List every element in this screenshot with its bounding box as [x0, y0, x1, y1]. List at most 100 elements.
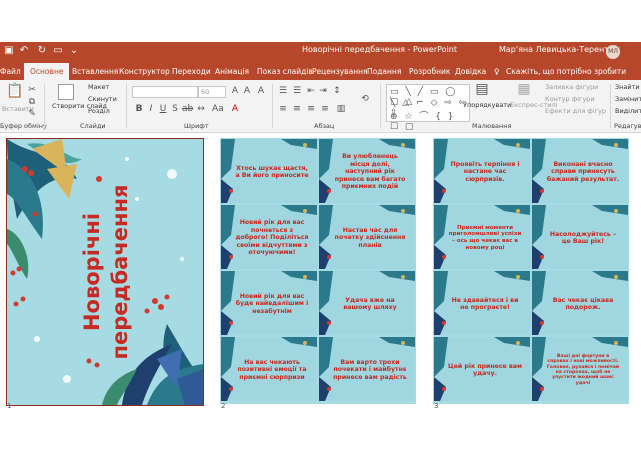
shrink-font-icon[interactable]: A: [242, 86, 252, 96]
slide-number-3: 3: [434, 402, 439, 410]
card-text: Хтось шукає щастя, а Ви його приносите: [235, 164, 309, 179]
copy-icon[interactable]: ⧉: [27, 97, 37, 107]
select-button[interactable]: Виділити: [615, 107, 641, 115]
grow-font-icon[interactable]: A: [230, 86, 240, 96]
prediction-card: Не здавайтеся і ви не програєте!: [434, 271, 530, 335]
customize-icon[interactable]: ⌄: [68, 45, 80, 57]
bold-icon[interactable]: B: [134, 104, 144, 114]
font-color-icon[interactable]: A: [230, 104, 240, 114]
card-text: Вас чекає цікава подорож.: [552, 296, 614, 311]
card-text: Новий рік для вас почнеться з доброго! П…: [235, 219, 309, 257]
tab-animations[interactable]: Анімація: [215, 63, 249, 80]
separator: [126, 84, 127, 128]
drawing-group-label: Малювання: [472, 122, 512, 130]
prediction-card: Ваші дні фортуни в справах і нові можлив…: [532, 337, 628, 401]
replace-button[interactable]: Замінити: [615, 95, 641, 103]
increase-indent-icon[interactable]: ⇥: [318, 86, 328, 96]
tab-home[interactable]: Основне: [24, 63, 70, 80]
tab-file[interactable]: Файл: [0, 63, 21, 80]
tab-review[interactable]: Рецензування: [312, 63, 368, 80]
shape-outline-button[interactable]: Контур фігури: [545, 95, 595, 103]
card-text: Насолоджуйтесь – це Ваш рік!: [549, 230, 617, 245]
numbering-icon[interactable]: ☰: [292, 86, 302, 96]
prediction-card: Вам варто трохи почекати і майбутнє прин…: [319, 337, 415, 401]
tab-help[interactable]: Довідка: [455, 63, 486, 80]
card-text: Ви улюбленець місця долі, наступний рік …: [334, 153, 406, 191]
card-text: Цей рік принесе вам удачу.: [448, 362, 523, 377]
card-text: На вас чекають позитивні емоції та приєм…: [237, 358, 307, 381]
arrange-icon[interactable]: ▤: [475, 82, 489, 98]
quick-styles-icon[interactable]: ▦: [517, 82, 531, 98]
shadow-icon[interactable]: S: [170, 104, 180, 114]
strikethrough-icon[interactable]: ab: [182, 104, 193, 114]
shape-effects-button[interactable]: Ефекти для фігур: [545, 107, 606, 115]
prediction-card: На вас чекають позитивні емоції та приєм…: [221, 337, 317, 401]
columns-icon[interactable]: ▥: [336, 104, 346, 114]
avatar[interactable]: МЛ: [606, 45, 620, 59]
prediction-card: Виконані вчасно справи принесуть бажаний…: [532, 139, 628, 203]
tell-me-search[interactable]: Скажіть, що потрібно зробити: [506, 63, 626, 80]
present-icon[interactable]: ▭: [52, 45, 64, 57]
tab-insert[interactable]: Вставлення: [72, 63, 118, 80]
card-text: Вам варто трохи почекати і майбутнє прин…: [333, 358, 407, 381]
spacing-icon[interactable]: ↔: [196, 104, 206, 114]
redo-icon[interactable]: ↻: [36, 45, 48, 57]
justify-icon[interactable]: ≡: [320, 104, 330, 114]
format-painter-icon[interactable]: ✎: [27, 109, 37, 119]
arrange-button[interactable]: Упорядкувати: [463, 101, 511, 109]
save-icon[interactable]: ▣: [3, 45, 15, 57]
font-family-combo[interactable]: [132, 86, 198, 98]
slide-1-title: Новорічні передбачення: [71, 177, 141, 367]
user-name[interactable]: Мар'яна Левицька-Терентюк: [499, 45, 620, 54]
card-text: Виконані вчасно справи принесуть бажаний…: [546, 160, 620, 183]
align-left-icon[interactable]: ≡: [278, 104, 288, 114]
change-case-icon[interactable]: Aa: [212, 104, 224, 114]
separator: [272, 84, 273, 128]
tab-slideshow[interactable]: Показ слайдів: [257, 63, 313, 80]
card-text: Не здавайтеся і ви не програєте!: [451, 296, 519, 311]
align-center-icon[interactable]: ≡: [292, 104, 302, 114]
paste-icon[interactable]: 📋: [6, 84, 23, 102]
shapes-gallery[interactable]: ▭ ╲ ╱ ▭ ◯ ▢ △ ╲ △ ⌐ ◇ ⇨ ⇦ ⇧ ⊕ ☆ ⌒ { } ☐ …: [386, 84, 470, 132]
section-button[interactable]: Розділ: [88, 107, 110, 115]
card-text: Новий рік для вас буде найвдалішим і нез…: [235, 292, 309, 315]
tab-developer[interactable]: Розробник: [409, 63, 450, 80]
layout-button[interactable]: Макет: [88, 83, 109, 91]
paragraph-group-label: Абзац: [314, 122, 335, 130]
new-slide-icon[interactable]: [58, 84, 74, 100]
italic-icon[interactable]: I: [146, 104, 156, 114]
tab-design[interactable]: Конструктор: [119, 63, 170, 80]
slide-thumbnail-2[interactable]: Хтось шукає щастя, а Ви його приносите В…: [220, 138, 416, 404]
window-title: Новорічні передбачення - PowerPoint: [302, 45, 458, 54]
undo-icon[interactable]: ↶: [18, 45, 30, 57]
clear-format-icon[interactable]: A: [256, 86, 266, 96]
align-right-icon[interactable]: ≡: [306, 104, 316, 114]
slide-thumbnail-3[interactable]: Проявіть терпіння і настане час сюрпризі…: [433, 138, 629, 404]
ribbon: 📋 Вставити ✂ ⧉ ✎ Буфер обміну Створити с…: [0, 80, 641, 133]
find-button[interactable]: Знайти: [615, 83, 640, 91]
font-size-combo[interactable]: 60: [198, 86, 226, 98]
prediction-card: Новий рік для вас буде найвдалішим і нез…: [221, 271, 317, 335]
decrease-indent-icon[interactable]: ⇤: [306, 86, 316, 96]
prediction-card: Цей рік принесе вам удачу.: [434, 337, 530, 401]
underline-icon[interactable]: U: [158, 104, 168, 114]
tab-view[interactable]: Подання: [367, 63, 401, 80]
ribbon-tabs: Файл Основне Вставлення Конструктор Пере…: [0, 63, 641, 80]
slide-thumbnail-1[interactable]: Новорічні передбачення: [6, 138, 204, 406]
title-bar: ▣ ↶ ↻ ▭ ⌄ Новорічні передбачення - Power…: [0, 42, 641, 63]
card-text: Удача вже на вашому шляху: [343, 296, 397, 311]
bullets-icon[interactable]: ☰: [278, 86, 288, 96]
slides-group-label: Слайди: [80, 122, 106, 130]
cut-icon[interactable]: ✂: [27, 85, 37, 95]
text-direction-icon[interactable]: ⟲: [360, 94, 370, 104]
lightbulb-icon: ♀: [494, 67, 500, 76]
reset-button[interactable]: Скинути: [88, 95, 117, 103]
prediction-card: Вас чекає цікава подорож.: [532, 271, 628, 335]
shape-fill-button[interactable]: Заливка фігури: [545, 83, 598, 91]
editing-group-label: Редагування: [614, 122, 641, 130]
tab-transitions[interactable]: Переходи: [172, 63, 211, 80]
prediction-card: Проявіть терпіння і настане час сюрпризі…: [434, 139, 530, 203]
line-spacing-icon[interactable]: ↕: [332, 86, 342, 96]
prediction-card: Насолоджуйтесь – це Ваш рік!: [532, 205, 628, 269]
separator: [44, 84, 45, 128]
